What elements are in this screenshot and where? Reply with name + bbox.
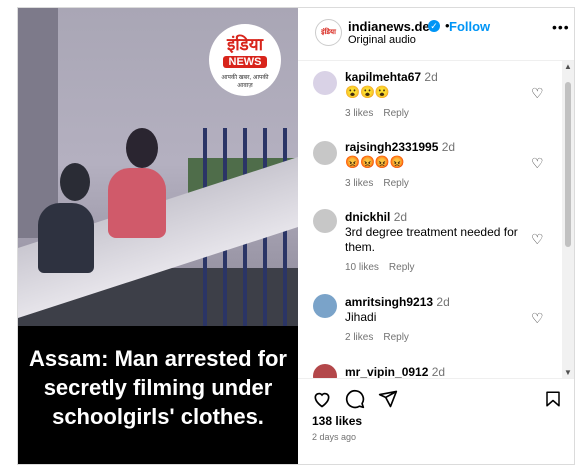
avatar[interactable]	[313, 141, 337, 165]
avatar[interactable]	[313, 294, 337, 318]
reply-button[interactable]: Reply	[389, 262, 415, 273]
comment-likes[interactable]: 2 likes	[345, 332, 373, 343]
scroll-up-arrow-icon[interactable]: ▲	[564, 62, 572, 71]
comment-text: 😡😡😡😡	[345, 155, 405, 169]
save-bookmark-icon[interactable]	[544, 389, 562, 414]
reply-button[interactable]: Reply	[383, 178, 409, 189]
logo-hindi-text: इंडिया	[226, 35, 264, 54]
scroll-down-arrow-icon[interactable]: ▼	[564, 368, 572, 377]
comment-text: Jihadi	[345, 310, 377, 324]
comments-list[interactable]: kapilmehta67 2d 😮😮😮 3 likes Reply ♡ rajsi…	[298, 61, 560, 378]
heart-icon[interactable]: ♡	[531, 155, 544, 172]
heart-icon[interactable]: ♡	[531, 310, 544, 327]
follow-button[interactable]: Follow	[449, 19, 490, 34]
like-heart-icon[interactable]	[312, 389, 332, 414]
person-figure	[126, 128, 158, 168]
comment-text: 😮😮😮	[345, 85, 390, 99]
post-video[interactable]: Assam: Man arrested for secretly filming…	[18, 8, 298, 464]
person-figure	[38, 203, 94, 273]
comment-bubble-icon[interactable]	[345, 389, 365, 414]
comment-text: 3rd degree treatment needed for them.	[345, 225, 518, 254]
avatar[interactable]	[313, 209, 337, 233]
comment-username[interactable]: mr_vipin_0912	[345, 365, 428, 378]
comment-time: 2d	[393, 210, 408, 224]
reply-button[interactable]: Reply	[383, 108, 409, 119]
post-date[interactable]: 2 days ago	[312, 432, 356, 442]
heart-icon[interactable]: ♡	[531, 231, 544, 248]
share-send-icon[interactable]	[378, 389, 398, 414]
verified-badge-icon: ✓	[428, 20, 440, 32]
more-options-icon[interactable]: •••	[552, 19, 570, 35]
avatar[interactable]	[313, 364, 337, 378]
comment-username[interactable]: kapilmehta67	[345, 70, 421, 84]
heart-icon[interactable]: ♡	[531, 85, 544, 102]
scrollbar-thumb[interactable]	[565, 82, 571, 247]
comment-time: 2d	[424, 70, 438, 84]
likes-count[interactable]: 138 likes	[312, 414, 362, 428]
video-caption: Assam: Man arrested for secretly filming…	[29, 346, 287, 429]
comment-username[interactable]: amritsingh9213	[345, 295, 433, 309]
account-username[interactable]: indianews.del	[348, 19, 433, 34]
comment-time: 2d	[441, 140, 456, 154]
audio-label[interactable]: Original audio	[348, 34, 416, 46]
logo-news-text: NEWS	[223, 56, 267, 68]
comment-likes[interactable]: 10 likes	[345, 262, 379, 273]
comment-time: 2d	[431, 365, 446, 378]
comment-username[interactable]: dnickhil	[345, 210, 390, 224]
comment-time: 2d	[436, 295, 450, 309]
avatar[interactable]	[313, 71, 337, 95]
reply-button[interactable]: Reply	[383, 332, 409, 343]
account-avatar[interactable]: इंडिया	[315, 19, 342, 46]
person-figure	[108, 168, 166, 238]
comment-likes[interactable]: 3 likes	[345, 178, 373, 189]
comment-username[interactable]: rajsingh2331995	[345, 140, 438, 154]
comment-likes[interactable]: 3 likes	[345, 108, 373, 119]
logo-tagline: आपकी खबर, आपकी आवाज़	[221, 75, 269, 89]
person-figure	[60, 163, 90, 201]
